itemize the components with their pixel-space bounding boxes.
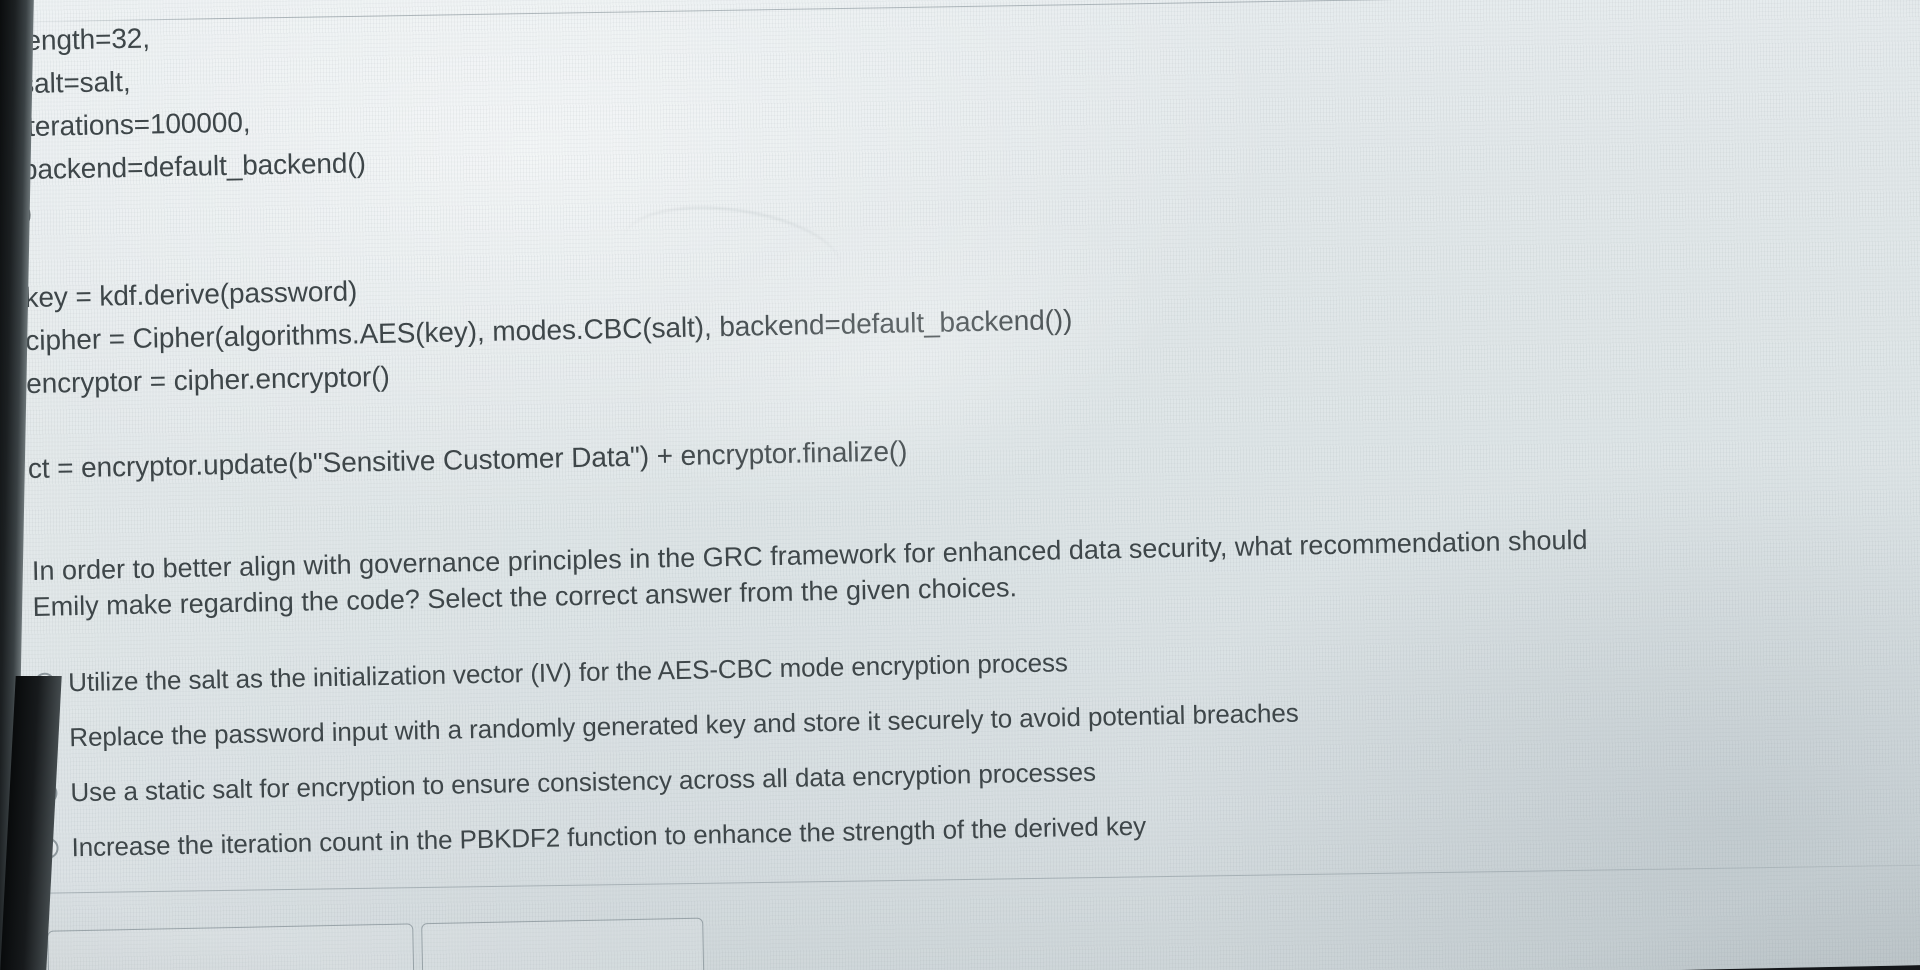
question-text: In order to better align with governance… [31, 524, 1588, 622]
windows-activation-watermark: Activate Windows Go to Settings to activ… [1915, 809, 1920, 925]
monitor-photo: Marks for correct answer: 1 | Negative l… [0, 0, 1920, 970]
radio-button-icon[interactable] [34, 672, 56, 694]
answer-option-label: Utilize the salt as the initialization v… [67, 647, 1068, 698]
radio-button-icon[interactable] [36, 782, 58, 804]
next-button[interactable] [421, 917, 705, 970]
screen-surface: Marks for correct answer: 1 | Negative l… [0, 0, 1920, 970]
previous-button[interactable] [47, 923, 415, 970]
footer-button-row [47, 917, 705, 970]
watermark-subtitle: Go to Settings to activate Windows. [1916, 851, 1920, 925]
watermark-title: Activate Windows [1915, 809, 1920, 857]
radio-button-icon[interactable] [35, 727, 57, 749]
code-block: length=32, salt=salt, iterations=100000,… [19, 0, 1528, 490]
answer-options: Utilize the salt as the initialization v… [34, 636, 1598, 887]
quiz-page: Marks for correct answer: 1 | Negative l… [0, 0, 1920, 970]
radio-button-icon[interactable] [37, 837, 59, 859]
